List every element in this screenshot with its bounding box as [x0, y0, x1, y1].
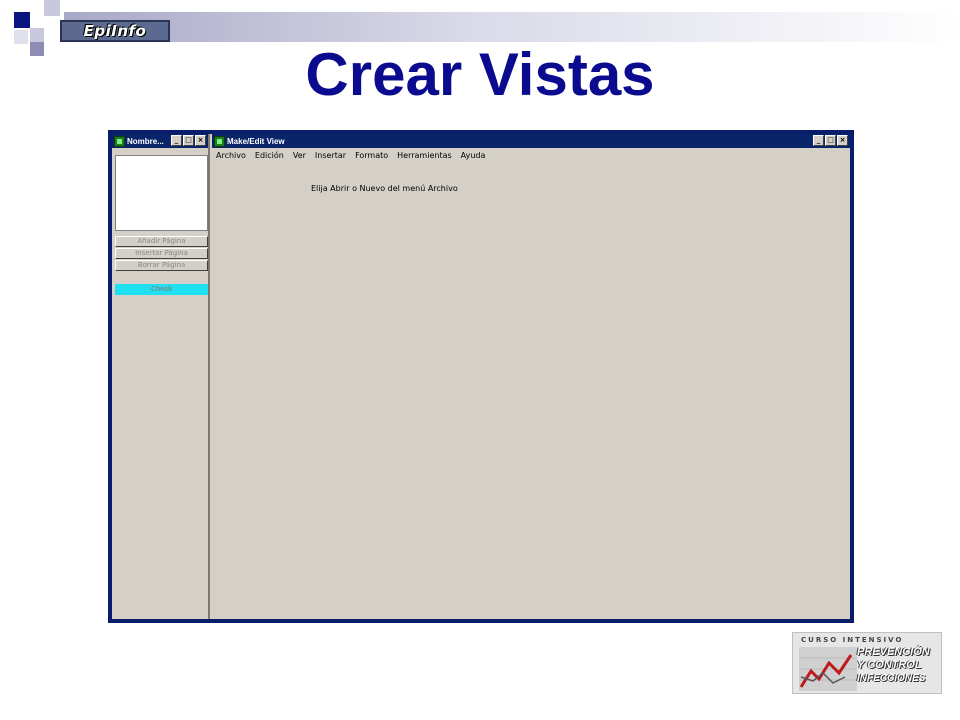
screenshot-frame: Nombre... _ □ × Añadir Página Insertar P…	[108, 130, 854, 623]
minimize-icon[interactable]: _	[813, 135, 824, 146]
trend-chart-icon	[799, 647, 857, 691]
page-list-window: Nombre... _ □ × Añadir Página Insertar P…	[112, 134, 210, 619]
maximize-icon[interactable]: □	[183, 135, 194, 146]
menu-formato[interactable]: Formato	[355, 151, 388, 160]
main-window-title: Make/Edit View	[227, 136, 285, 146]
close-icon[interactable]: ×	[195, 135, 206, 146]
epiinfo-logo: EpiInfo	[60, 20, 170, 42]
menu-insertar[interactable]: Insertar	[315, 151, 346, 160]
page-list-title: Nombre...	[127, 136, 164, 146]
menu-ayuda[interactable]: Ayuda	[461, 151, 486, 160]
decor-square	[14, 12, 30, 28]
epiinfo-logo-text: EpiInfo	[83, 22, 147, 40]
course-logo: CURSO INTENSIVO PREVENCIÓN Y CONTROL INF…	[792, 632, 942, 694]
decor-square	[44, 0, 60, 16]
workspace-hint: Elija Abrir o Nuevo del menú Archivo	[311, 184, 458, 193]
slide-title: Crear Vistas	[305, 41, 655, 108]
add-page-button[interactable]: Añadir Página	[115, 236, 208, 247]
close-icon[interactable]: ×	[837, 135, 848, 146]
page-list-titlebar[interactable]: Nombre... _ □ ×	[112, 134, 208, 148]
menu-ver[interactable]: Ver	[293, 151, 306, 160]
course-logo-top: CURSO INTENSIVO	[801, 636, 904, 644]
minimize-icon[interactable]: _	[171, 135, 182, 146]
header-bar	[64, 12, 960, 42]
course-logo-line3: INFECCIONES	[857, 673, 926, 684]
main-titlebar[interactable]: Make/Edit View _ □ ×	[212, 134, 850, 148]
app-icon	[214, 135, 225, 147]
menubar: Archivo Edición Ver Insertar Formato Her…	[212, 148, 850, 162]
make-edit-view-window: Make/Edit View _ □ × Archivo Edición Ver…	[212, 134, 850, 619]
course-logo-line2: Y CONTROL	[857, 659, 922, 671]
page-listbox[interactable]	[115, 155, 208, 231]
check-button[interactable]: Check	[115, 284, 208, 295]
app-icon	[114, 135, 125, 147]
course-logo-line1: PREVENCIÓN	[857, 646, 930, 658]
maximize-icon[interactable]: □	[825, 135, 836, 146]
menu-edicion[interactable]: Edición	[255, 151, 284, 160]
menu-archivo[interactable]: Archivo	[216, 151, 246, 160]
insert-page-button[interactable]: Insertar Página	[115, 248, 208, 259]
menu-herramientas[interactable]: Herramientas	[397, 151, 452, 160]
desktop: Nombre... _ □ × Añadir Página Insertar P…	[112, 134, 850, 619]
delete-page-button[interactable]: Borrar Página	[115, 260, 208, 271]
